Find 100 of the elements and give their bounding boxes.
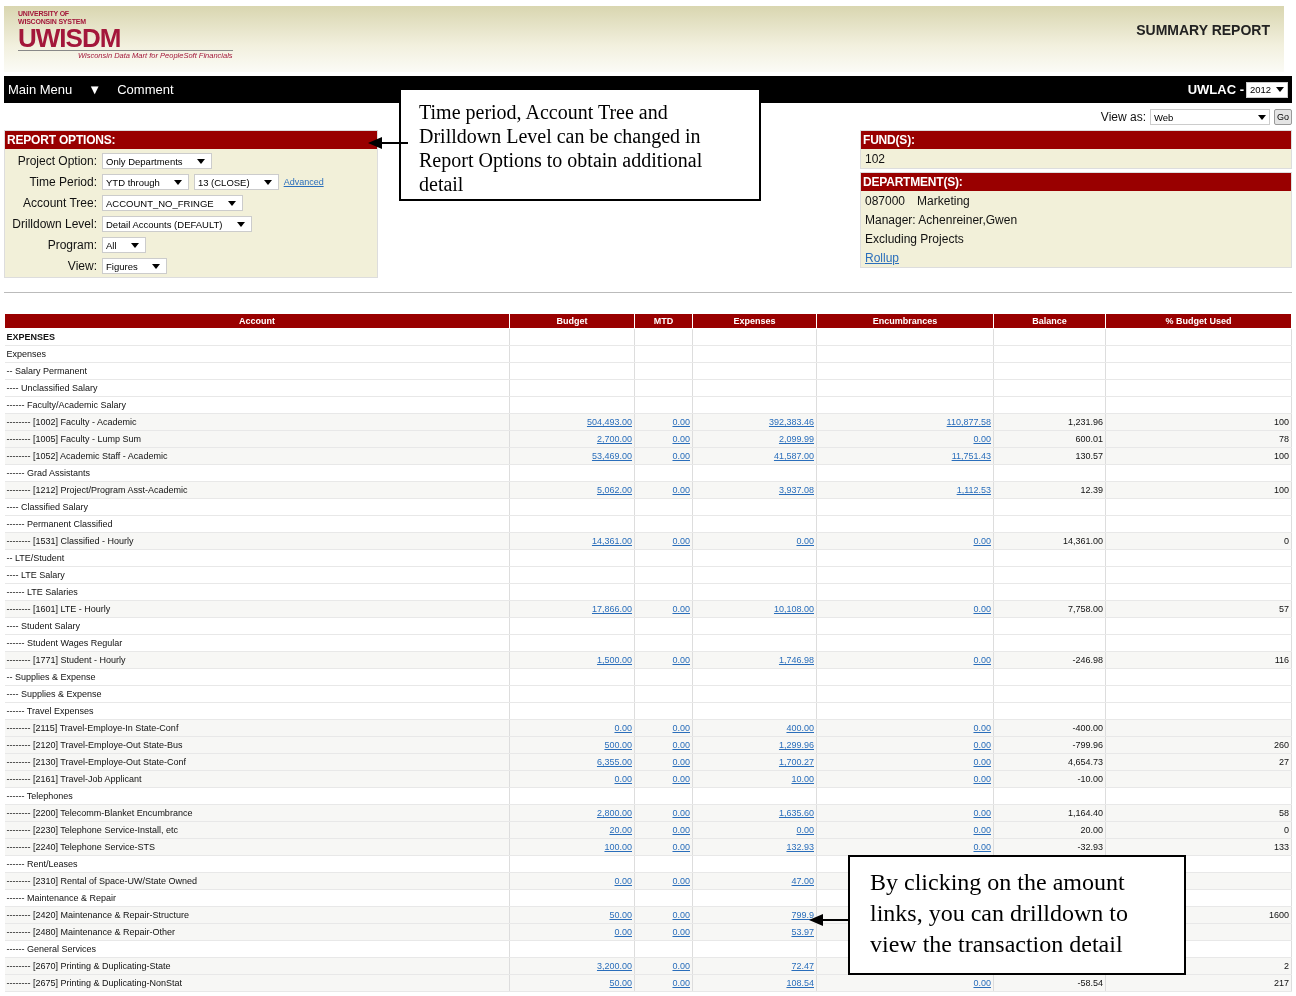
amount-link[interactable]: 0.00 [672,978,690,988]
dropdown[interactable]: Figures [102,258,167,274]
leader-arrow [368,137,408,149]
amount-link[interactable]: 10,108.00 [773,604,814,614]
amount-link[interactable]: 1,746.98 [778,655,814,665]
amount-link[interactable]: 1,700.27 [778,757,814,767]
amount-link[interactable]: 0.00 [973,604,991,614]
amount-link[interactable]: 0.00 [796,536,814,546]
amount-link[interactable]: 72.47 [791,961,814,971]
amount-link[interactable]: 799.9 [791,910,814,920]
amount-link[interactable]: 0.00 [672,757,690,767]
amount-link[interactable]: 0.00 [973,978,991,988]
table-cell: 1600 [1268,910,1289,920]
amount-link[interactable]: 20.00 [609,825,632,835]
amount-link[interactable]: 41,587.00 [773,451,814,461]
amount-link[interactable]: 0.00 [672,604,690,614]
amount-link[interactable]: 0.00 [973,808,991,818]
amount-link[interactable]: 0.00 [973,740,991,750]
table-cell: 100 [1273,451,1289,461]
amount-link[interactable]: 0.00 [672,842,690,852]
amount-link[interactable]: 2,700.00 [596,434,632,444]
amount-link[interactable]: 3,200.00 [596,961,632,971]
amount-link[interactable]: 0.00 [973,842,991,852]
amount-link[interactable]: 0.00 [672,434,690,444]
amount-link[interactable]: 0.00 [796,825,814,835]
amount-link[interactable]: 14,361.00 [591,536,632,546]
dropdown[interactable]: Web [1150,109,1270,125]
dropdown[interactable]: Detail Accounts (DEFAULT) [102,216,252,232]
amount-link[interactable]: 0.00 [973,434,991,444]
amount-link[interactable]: 0.00 [614,876,632,886]
amount-link[interactable]: 0.00 [672,655,690,665]
advanced-link[interactable]: Advanced [283,177,324,187]
amount-link[interactable]: 400.00 [786,723,814,733]
caret-icon [1276,87,1284,92]
field-label: Program: [46,238,97,252]
dropdown[interactable]: YTD through [102,174,189,190]
amount-link[interactable]: 0.00 [672,485,690,495]
amount-link[interactable]: 17,866.00 [591,604,632,614]
amount-link[interactable]: 0.00 [672,451,690,461]
amount-link[interactable]: 0.00 [672,536,690,546]
amount-link[interactable]: 10.00 [791,774,814,784]
column-header[interactable]: Balance [993,313,1106,329]
column-header[interactable]: MTD [634,313,693,329]
amount-link[interactable]: 0.00 [672,876,690,886]
column-header[interactable]: % Budget Used [1105,313,1292,329]
menu-item[interactable]: ▼ [88,82,102,97]
menu-item[interactable]: Comment [117,82,174,97]
amount-link[interactable]: 3,937.08 [778,485,814,495]
amount-link[interactable]: 0.00 [973,536,991,546]
amount-link[interactable]: 47.00 [791,876,814,886]
amount-link[interactable]: 6,355.00 [596,757,632,767]
amount-link[interactable]: 5,062.00 [596,485,632,495]
amount-link[interactable]: 11,751.43 [951,451,991,461]
amount-link[interactable]: 0.00 [614,774,632,784]
amount-link[interactable]: 0.00 [614,723,632,733]
column-header[interactable]: Budget [509,313,635,329]
amount-link[interactable]: 0.00 [672,910,690,920]
dropdown[interactable]: 13 (CLOSE) [193,174,279,190]
amount-link[interactable]: 50.00 [609,910,632,920]
dropdown[interactable]: All [102,237,146,253]
amount-link[interactable]: 500.00 [604,740,632,750]
amount-link[interactable]: 53.97 [791,927,814,937]
amount-link[interactable]: 110,877.58 [946,417,991,427]
amount-link[interactable]: 1,635.60 [778,808,814,818]
dropdown[interactable]: 2012 [1246,81,1288,98]
amount-link[interactable]: 1,112.53 [956,485,991,495]
amount-link[interactable]: 2,099.99 [778,434,814,444]
amount-link[interactable]: 0.00 [672,774,690,784]
department-code: 087000 [865,194,906,208]
dropdown[interactable]: ACCOUNT_NO_FRINGE [102,195,243,211]
amount-link[interactable]: 0.00 [672,825,690,835]
amount-link[interactable]: 1,299.96 [778,740,814,750]
amount-link[interactable]: 108.54 [786,978,814,988]
amount-link[interactable]: 0.00 [672,740,690,750]
amount-link[interactable]: 0.00 [973,723,991,733]
column-header[interactable]: Expenses [692,313,817,329]
amount-link[interactable]: 53,469.00 [591,451,632,461]
dropdown[interactable]: Only Departments [102,153,212,169]
account-label: Expenses [4,345,510,363]
amount-link[interactable]: 1,500.00 [596,655,632,665]
rollup-link[interactable]: Rollup [865,251,900,265]
amount-link[interactable]: 132.93 [786,842,814,852]
amount-link[interactable]: 0.00 [973,825,991,835]
amount-link[interactable]: 0.00 [973,774,991,784]
column-header[interactable]: Encumbrances [816,313,994,329]
amount-link[interactable]: 0.00 [614,927,632,937]
amount-link[interactable]: 0.00 [672,927,690,937]
amount-link[interactable]: 0.00 [672,723,690,733]
amount-link[interactable]: 50.00 [609,978,632,988]
account-label: ------ Student Wages Regular [4,634,510,652]
amount-link[interactable]: 0.00 [672,961,690,971]
amount-link[interactable]: 0.00 [973,757,991,767]
go-button[interactable]: Go [1274,109,1292,125]
amount-link[interactable]: 0.00 [672,417,690,427]
amount-link[interactable]: 0.00 [973,655,991,665]
amount-link[interactable]: 100.00 [604,842,632,852]
menu-item[interactable]: Main Menu [8,82,73,97]
amount-link[interactable]: 0.00 [672,808,690,818]
amount-link[interactable]: 2,800.00 [596,808,632,818]
column-header[interactable]: Account [4,313,510,329]
